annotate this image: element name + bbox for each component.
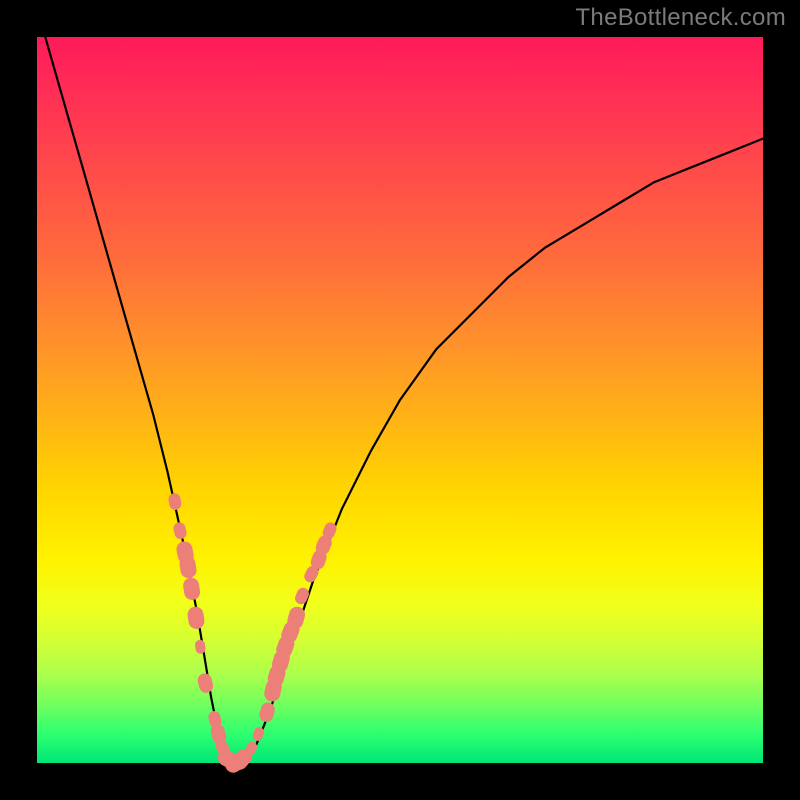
data-marker xyxy=(182,577,201,602)
data-marker xyxy=(168,492,183,511)
data-marker xyxy=(258,701,277,724)
data-marker xyxy=(293,586,311,606)
plot-area xyxy=(37,37,763,763)
chart-svg xyxy=(37,37,763,763)
bottleneck-curve xyxy=(37,8,763,763)
watermark-label: TheBottleneck.com xyxy=(575,4,786,32)
frame: TheBottleneck.com xyxy=(0,0,800,800)
data-marker xyxy=(196,672,214,694)
data-marker xyxy=(186,606,205,631)
data-marker xyxy=(172,521,187,540)
marker-group xyxy=(168,492,339,775)
